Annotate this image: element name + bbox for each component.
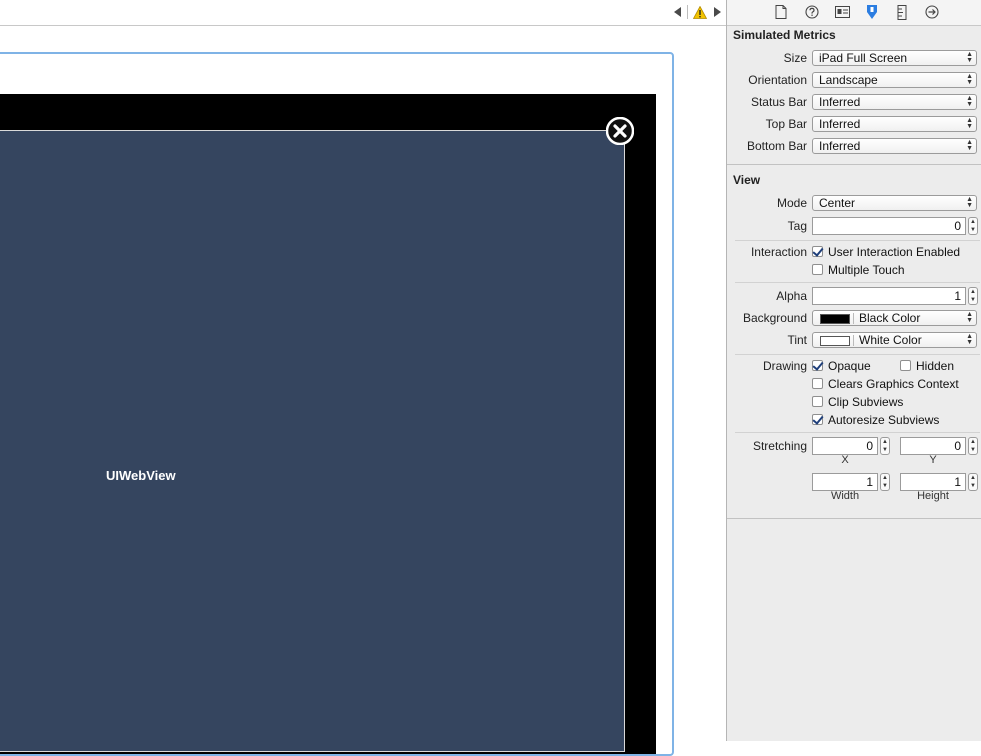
top-bar-label: Top Bar	[765, 117, 807, 131]
stretching-height-stepper[interactable]: ▲ ▼	[968, 473, 978, 491]
stretching-y-field[interactable]: 0	[900, 437, 966, 455]
tint-color-swatch	[820, 336, 850, 346]
identity-inspector-icon[interactable]	[833, 3, 851, 21]
connections-inspector-icon[interactable]	[923, 3, 941, 21]
orientation-value: Landscape	[819, 73, 878, 87]
attributes-inspector: Simulated Metrics Size iPad Full Screen …	[726, 0, 981, 741]
background-color-value: Black Color	[859, 311, 921, 325]
clip-subviews-checkbox[interactable]	[812, 396, 823, 407]
quick-help-icon[interactable]	[803, 3, 821, 21]
popup-arrows-icon: ▲ ▼	[966, 95, 973, 108]
stretching-x-field[interactable]: 0	[812, 437, 878, 455]
drawing-label: Drawing	[762, 359, 807, 373]
user-interaction-checkbox[interactable]	[812, 246, 823, 257]
multiple-touch-label: Multiple Touch	[828, 263, 905, 277]
opaque-checkbox[interactable]	[812, 360, 823, 371]
mode-label: Mode	[776, 196, 807, 210]
popup-arrows-icon: ▲ ▼	[966, 139, 973, 152]
popup-arrows-icon: ▲ ▼	[966, 333, 973, 346]
interaction-label: Interaction	[750, 245, 807, 259]
size-inspector-icon[interactable]	[893, 3, 911, 21]
simulated-metrics-title: Simulated Metrics	[733, 28, 836, 42]
view-section-title: View	[733, 173, 761, 187]
background-color-popup[interactable]: Black Color ▲ ▼	[812, 310, 977, 326]
status-bar-value: Inferred	[819, 95, 861, 109]
alpha-field[interactable]: 1	[812, 287, 966, 305]
stretching-width-field[interactable]: 1	[812, 473, 878, 491]
web-view[interactable]	[0, 130, 625, 752]
orientation-popup[interactable]: Landscape ▲ ▼	[812, 72, 977, 88]
attributes-inspector-icon[interactable]	[863, 3, 881, 21]
row-divider	[735, 354, 980, 355]
status-bar-popup[interactable]: Inferred ▲ ▼	[812, 94, 977, 110]
popup-arrows-icon: ▲ ▼	[966, 73, 973, 86]
user-interaction-label: User Interaction Enabled	[828, 245, 961, 259]
size-label: Size	[783, 51, 807, 65]
opaque-label: Opaque	[828, 359, 871, 373]
clears-graphics-context-checkbox[interactable]	[812, 378, 823, 389]
stretching-height-field[interactable]: 1	[900, 473, 966, 491]
multiple-touch-checkbox[interactable]	[812, 264, 823, 275]
section-divider	[727, 164, 981, 165]
popup-arrows-icon: ▲ ▼	[966, 196, 973, 209]
swatch-divider	[853, 313, 854, 324]
swatch-divider	[853, 335, 854, 346]
bottom-bar-popup[interactable]: Inferred ▲ ▼	[812, 138, 977, 154]
size-value: iPad Full Screen	[819, 51, 908, 65]
file-inspector-icon[interactable]	[772, 3, 790, 21]
size-popup[interactable]: iPad Full Screen ▲ ▼	[812, 50, 977, 66]
close-button-icon[interactable]	[605, 116, 635, 146]
section-divider	[727, 518, 981, 519]
tag-field[interactable]: 0	[812, 217, 966, 235]
inspector-tab-bar	[727, 0, 981, 26]
bottom-bar-label: Bottom Bar	[746, 139, 807, 153]
jump-bar-divider	[687, 5, 688, 19]
bottom-bar-value: Inferred	[819, 139, 861, 153]
canvas-jump-bar	[0, 0, 726, 26]
autoresize-subviews-label: Autoresize Subviews	[828, 413, 940, 427]
orientation-label: Orientation	[748, 73, 807, 87]
clears-graphics-context-label: Clears Graphics Context	[828, 377, 959, 391]
status-bar-label: Status Bar	[750, 95, 807, 109]
row-divider	[735, 240, 980, 241]
stretching-x-caption: X	[841, 454, 849, 466]
mode-popup[interactable]: Center ▲ ▼	[812, 195, 977, 211]
row-divider	[735, 432, 980, 433]
web-view-label: UIWebView	[106, 468, 176, 483]
hidden-label: Hidden	[916, 359, 955, 373]
stretching-x-stepper[interactable]: ▲ ▼	[880, 437, 890, 455]
stretching-width-caption: Width	[830, 490, 860, 502]
stretching-label: Stretching	[752, 439, 807, 453]
popup-arrows-icon: ▲ ▼	[966, 117, 973, 130]
tag-label: Tag	[787, 219, 807, 233]
popup-arrows-icon: ▲ ▼	[966, 51, 973, 64]
top-bar-popup[interactable]: Inferred ▲ ▼	[812, 116, 977, 132]
stretching-y-caption: Y	[929, 454, 937, 466]
autoresize-subviews-checkbox[interactable]	[812, 414, 823, 425]
tint-color-value: White Color	[859, 333, 922, 347]
issue-navigator-controls	[673, 4, 722, 20]
alpha-label: Alpha	[776, 289, 807, 303]
row-divider	[735, 282, 980, 283]
tint-color-popup[interactable]: White Color ▲ ▼	[812, 332, 977, 348]
stretching-height-caption: Height	[917, 490, 949, 502]
previous-issue-arrow-icon[interactable]	[673, 5, 683, 19]
hidden-checkbox[interactable]	[900, 360, 911, 371]
tint-label: Tint	[787, 333, 807, 347]
stretching-width-stepper[interactable]: ▲ ▼	[880, 473, 890, 491]
top-bar-value: Inferred	[819, 117, 861, 131]
background-label: Background	[742, 311, 807, 325]
background-color-swatch	[820, 314, 850, 324]
tag-stepper[interactable]: ▲ ▼	[968, 217, 978, 235]
alpha-stepper[interactable]: ▲ ▼	[968, 287, 978, 305]
stretching-y-stepper[interactable]: ▲ ▼	[968, 437, 978, 455]
clip-subviews-label: Clip Subviews	[828, 395, 904, 409]
next-issue-arrow-icon[interactable]	[712, 5, 722, 19]
warning-icon[interactable]	[692, 5, 708, 19]
popup-arrows-icon: ▲ ▼	[966, 311, 973, 324]
mode-value: Center	[819, 196, 856, 210]
